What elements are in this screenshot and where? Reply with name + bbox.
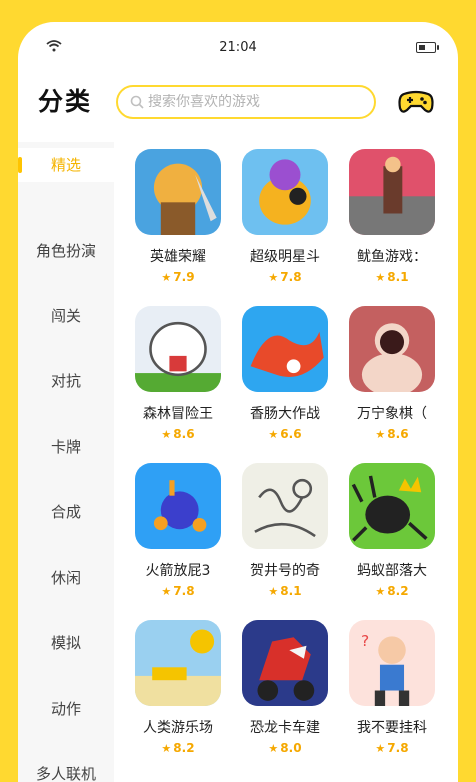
battery-icon — [416, 42, 439, 53]
sidebar-item-7[interactable]: 模拟 — [18, 626, 114, 660]
star-icon: ★ — [268, 585, 279, 598]
star-icon: ★ — [161, 585, 172, 598]
sidebar-item-label: 模拟 — [50, 634, 81, 652]
game-card[interactable]: 超级明星斗 ★ 7.8 — [221, 142, 331, 292]
sidebar-item-0[interactable]: 精选 — [18, 148, 114, 182]
sidebar-item-label: 对抗 — [50, 372, 81, 390]
search-icon — [130, 95, 144, 109]
doodle-sketch-icon — [242, 463, 328, 549]
rating-value: 8.0 — [280, 741, 302, 755]
game-card[interactable]: 火箭放屁3 ★ 7.8 — [114, 456, 224, 606]
game-card[interactable]: 蚂蚁部落大 ★ 8.2 — [328, 456, 438, 606]
game-card[interactable]: 香肠大作战 ★ 6.6 — [221, 299, 331, 449]
star-icon: ★ — [375, 742, 386, 755]
game-card[interactable]: 贺井号的奇 ★ 8.1 — [221, 456, 331, 606]
spider-king-icon — [349, 463, 435, 549]
rating-value: 6.6 — [280, 427, 302, 441]
forest-dog-icon — [135, 306, 221, 392]
search-bar[interactable] — [116, 85, 376, 119]
sidebar-item-label: 精选 — [50, 156, 81, 174]
rating-value: 8.2 — [387, 584, 409, 598]
game-rating: ★ 8.6 — [328, 427, 456, 441]
game-card[interactable]: 鱿鱼游戏： ★ 8.1 — [328, 142, 438, 292]
star-icon: ★ — [268, 428, 279, 441]
battery-level — [419, 45, 426, 50]
rating-value: 8.1 — [280, 584, 302, 598]
star-icon: ★ — [161, 428, 172, 441]
sidebar-item-1[interactable]: 角色扮演 — [18, 234, 114, 268]
rating-value: 7.8 — [173, 584, 195, 598]
gamepad-icon[interactable] — [398, 88, 434, 116]
sidebar-item-8[interactable]: 动作 — [18, 692, 114, 726]
sidebar-item-4[interactable]: 卡牌 — [18, 430, 114, 464]
sidebar-item-label: 休闲 — [50, 569, 81, 587]
squid-game-icon — [349, 149, 435, 235]
sidebar-item-6[interactable]: 休闲 — [18, 561, 114, 595]
status-bar: 21:04 — [18, 22, 458, 72]
search-input[interactable] — [148, 94, 348, 110]
dino-truck-icon — [242, 620, 328, 706]
sidebar-item-3[interactable]: 对抗 — [18, 364, 114, 398]
rating-value: 8.1 — [387, 270, 409, 284]
star-icon: ★ — [375, 585, 386, 598]
active-marker — [18, 157, 22, 173]
star-icon: ★ — [161, 271, 172, 284]
game-rating: ★ 8.2 — [328, 584, 456, 598]
star-fighter-icon — [242, 149, 328, 235]
game-card[interactable]: 森林冒险王 ★ 8.6 — [114, 299, 224, 449]
game-rating: ★ 7.8 — [328, 741, 456, 755]
star-icon: ★ — [375, 271, 386, 284]
game-name: 蚂蚁部落大 — [357, 563, 427, 579]
sidebar-item-label: 卡牌 — [50, 438, 81, 456]
playground-icon — [135, 620, 221, 706]
game-name: 我不要挂科 — [357, 720, 427, 736]
sidebar-item-label: 合成 — [50, 503, 81, 521]
star-icon: ★ — [268, 271, 279, 284]
status-time: 21:04 — [219, 40, 257, 55]
rocket-blob-icon — [135, 463, 221, 549]
hero-warrior-icon — [135, 149, 221, 235]
page-title: 分类 — [38, 87, 93, 116]
game-card[interactable]: 万宁象棋（ ★ 8.6 — [328, 299, 438, 449]
sidebar-item-2[interactable]: 闯关 — [18, 299, 114, 333]
sidebar-item-label: 角色扮演 — [35, 242, 96, 260]
phone-screen: 21:04 分类 精选角色扮演闯关对抗卡牌合成休闲模拟动作多人联机 英雄荣耀★7… — [18, 22, 458, 782]
rating-value: 8.6 — [173, 427, 195, 441]
sausage-battle-icon — [242, 306, 328, 392]
game-name: 万宁象棋（ — [357, 406, 427, 422]
exam-escape-icon: ? — [349, 620, 435, 706]
star-icon: ★ — [375, 428, 386, 441]
svg-text:?: ? — [361, 632, 369, 650]
sidebar-item-label: 动作 — [50, 700, 81, 718]
sidebar-item-label: 闯关 — [50, 307, 81, 325]
rating-value: 7.8 — [280, 270, 302, 284]
game-card[interactable]: ? 我不要挂科 ★ 7.8 — [328, 613, 438, 763]
sidebar-item-9[interactable]: 多人联机 — [18, 757, 114, 782]
rating-value: 8.2 — [173, 741, 195, 755]
rating-value: 7.9 — [173, 270, 195, 284]
game-card[interactable]: 人类游乐场 ★ 8.2 — [114, 613, 224, 763]
rating-value: 8.6 — [387, 427, 409, 441]
game-card[interactable]: 恐龙卡车建 ★ 8.0 — [221, 613, 331, 763]
sidebar-item-5[interactable]: 合成 — [18, 495, 114, 529]
game-rating: ★ 8.1 — [328, 270, 456, 284]
star-icon: ★ — [268, 742, 279, 755]
star-icon: ★ — [161, 742, 172, 755]
game-card[interactable]: 英雄荣耀 ★ 7.9 — [114, 142, 224, 292]
rating-value: 7.8 — [387, 741, 409, 755]
sidebar-item-label: 多人联机 — [35, 765, 96, 782]
chess-lady-icon — [349, 306, 435, 392]
game-name: 鱿鱼游戏： — [357, 249, 427, 265]
category-sidebar: 精选角色扮演闯关对抗卡牌合成休闲模拟动作多人联机 — [18, 142, 114, 782]
